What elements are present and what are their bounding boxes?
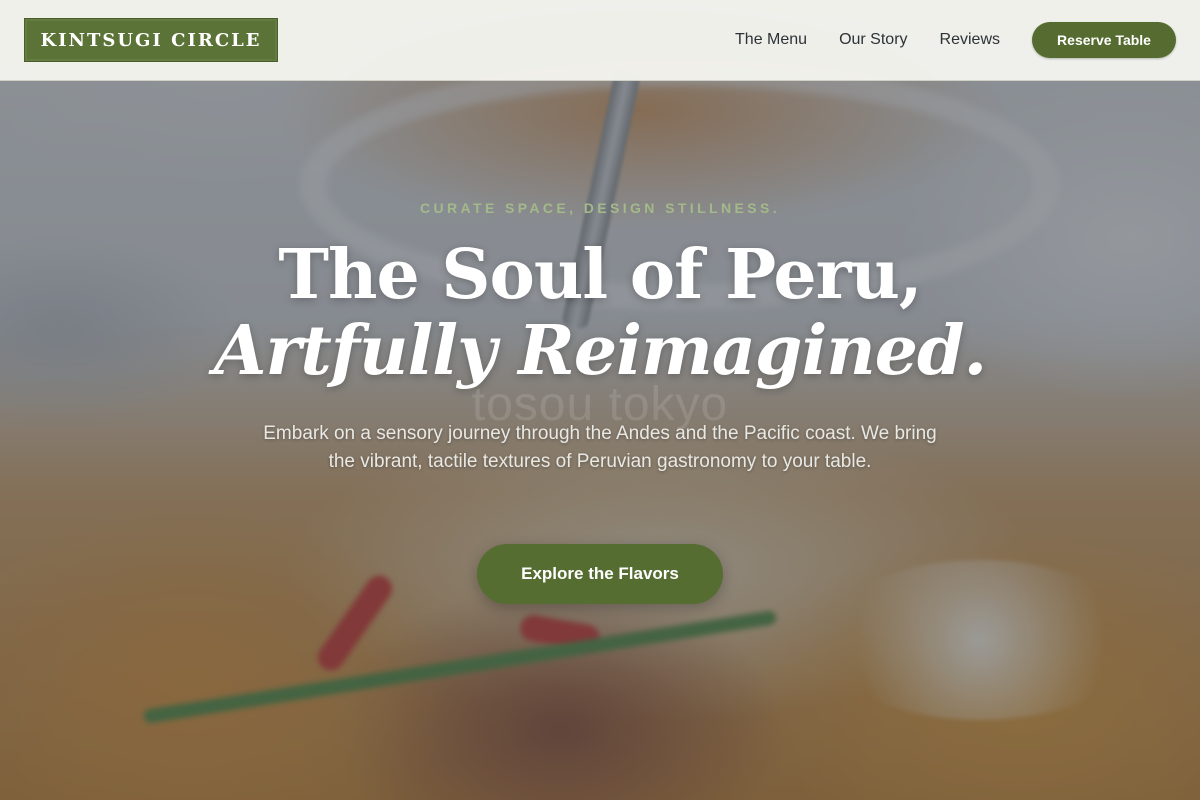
logo[interactable]: KINTSUGI CIRCLE bbox=[24, 18, 278, 62]
reserve-table-button[interactable]: Reserve Table bbox=[1032, 22, 1176, 58]
hero-section: CURATE SPACE, DESIGN STILLNESS. The Soul… bbox=[0, 81, 1200, 800]
headline-line-1: The Soul of Peru, bbox=[278, 235, 922, 315]
site-header: KINTSUGI CIRCLE The Menu Our Story Revie… bbox=[0, 0, 1200, 81]
headline-line-2: Artfully Reimagined. bbox=[213, 311, 987, 391]
hero-tagline: CURATE SPACE, DESIGN STILLNESS. bbox=[419, 200, 781, 216]
explore-flavors-button[interactable]: Explore the Flavors bbox=[477, 544, 723, 604]
nav-link-reviews[interactable]: Reviews bbox=[940, 31, 1000, 49]
hero-description: Embark on a sensory journey through the … bbox=[263, 423, 937, 472]
hero-headline: The Soul of Peru, Artfully Reimagined. bbox=[0, 241, 1200, 385]
nav-link-our-story[interactable]: Our Story bbox=[839, 31, 907, 49]
nav-link-menu[interactable]: The Menu bbox=[735, 31, 807, 49]
main-nav: The Menu Our Story Reviews Reserve Table bbox=[735, 22, 1176, 58]
